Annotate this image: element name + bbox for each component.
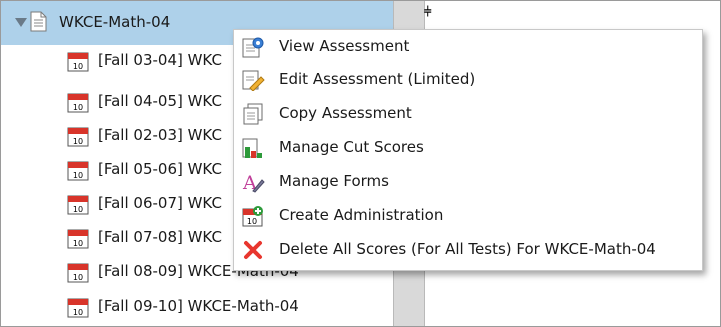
tree-item-label: [Fall 04-05] WKC bbox=[98, 92, 222, 110]
tree-item-label: [Fall 07-08] WKC bbox=[98, 228, 222, 246]
view-icon bbox=[242, 37, 264, 58]
calendar-icon: 10 bbox=[67, 298, 89, 318]
svg-text:10: 10 bbox=[73, 239, 83, 248]
edit-icon bbox=[242, 70, 265, 91]
menu-item-label: Edit Assessment (Limited) bbox=[279, 70, 476, 88]
menu-item-label: Manage Forms bbox=[279, 172, 389, 190]
window: WKCE-Math-04 10 [Fall 03-04] WKC 10 [Fal… bbox=[0, 0, 721, 327]
menu-item-label: Create Administration bbox=[279, 206, 444, 224]
bar-chart-icon bbox=[242, 138, 262, 158]
svg-text:10: 10 bbox=[73, 205, 83, 214]
copy-icon bbox=[243, 103, 263, 125]
menu-item-view-assessment[interactable]: View Assessment bbox=[234, 30, 702, 64]
context-menu: View Assessment Edit Assessment (Limited… bbox=[233, 29, 703, 271]
calendar-add-icon: 10 bbox=[242, 206, 263, 227]
calendar-icon: 10 bbox=[67, 93, 89, 113]
menu-item-label: View Assessment bbox=[279, 37, 410, 55]
expand-triangle-icon[interactable] bbox=[15, 18, 27, 27]
menu-item-label: Copy Assessment bbox=[279, 104, 412, 122]
document-icon bbox=[30, 11, 47, 32]
svg-text:10: 10 bbox=[73, 273, 83, 282]
resize-cursor-icon: ⫩ bbox=[424, 5, 432, 20]
menu-item-edit-assessment[interactable]: Edit Assessment (Limited) bbox=[234, 63, 702, 97]
tree-item-label: [Fall 09-10] WKCE-Math-04 bbox=[98, 297, 299, 315]
menu-item-manage-forms[interactable]: A Manage Forms bbox=[234, 165, 702, 199]
menu-item-manage-cut-scores[interactable]: Manage Cut Scores bbox=[234, 131, 702, 165]
svg-text:10: 10 bbox=[73, 137, 83, 146]
svg-text:10: 10 bbox=[73, 103, 83, 112]
tree-item-label: [Fall 06-07] WKC bbox=[98, 194, 222, 212]
calendar-icon: 10 bbox=[67, 229, 89, 249]
calendar-icon: 10 bbox=[67, 52, 89, 72]
svg-text:10: 10 bbox=[73, 308, 83, 317]
calendar-icon: 10 bbox=[67, 195, 89, 215]
menu-item-copy-assessment[interactable]: Copy Assessment bbox=[234, 97, 702, 131]
forms-icon: A bbox=[242, 172, 265, 193]
menu-item-create-administration[interactable]: 10 Create Administration bbox=[234, 199, 702, 233]
tree-item-label: [Fall 02-03] WKC bbox=[98, 126, 222, 144]
tree-root-label: WKCE-Math-04 bbox=[59, 13, 171, 31]
menu-item-label: Delete All Scores (For All Tests) For WK… bbox=[279, 240, 656, 258]
calendar-icon: 10 bbox=[67, 263, 89, 283]
delete-icon bbox=[244, 241, 262, 259]
calendar-icon: 10 bbox=[67, 161, 89, 181]
svg-text:10: 10 bbox=[247, 217, 257, 226]
svg-text:10: 10 bbox=[73, 62, 83, 71]
tree-item[interactable]: 10 [Fall 09-10] WKCE-Math-04 bbox=[67, 291, 393, 321]
tree-item-label: [Fall 03-04] WKC bbox=[98, 51, 222, 69]
menu-item-label: Manage Cut Scores bbox=[279, 138, 424, 156]
calendar-icon: 10 bbox=[67, 127, 89, 147]
tree-item-label: [Fall 05-06] WKC bbox=[98, 160, 222, 178]
menu-item-delete-all-scores[interactable]: Delete All Scores (For All Tests) For WK… bbox=[234, 233, 702, 267]
svg-text:10: 10 bbox=[73, 171, 83, 180]
